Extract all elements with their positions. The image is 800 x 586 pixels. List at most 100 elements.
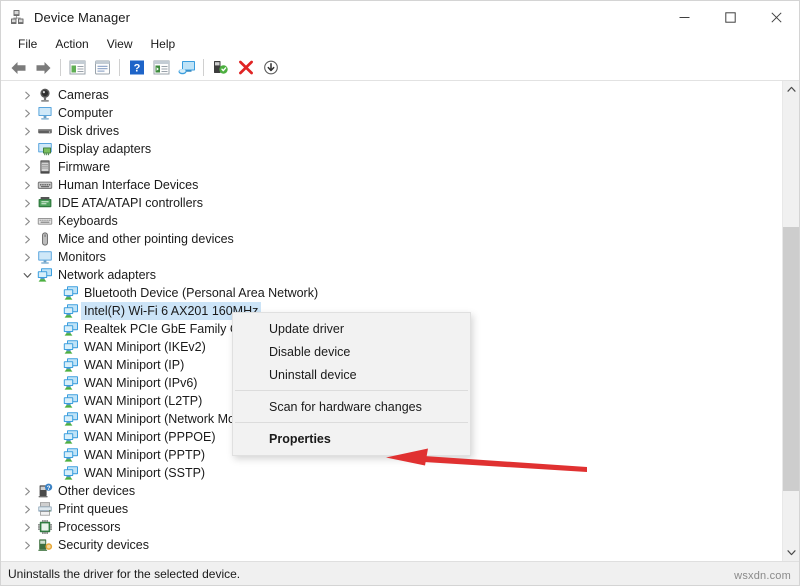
chevron-right-icon[interactable]	[19, 176, 35, 194]
network-adapter-icon	[61, 284, 81, 302]
tree-item-label: Network adapters	[55, 266, 159, 284]
show-hide-console-tree-icon[interactable]	[65, 57, 90, 79]
tree-item[interactable]: ?Other devices	[1, 482, 782, 500]
context-menu-item-disable-device[interactable]: Disable device	[233, 340, 470, 363]
chevron-right-icon[interactable]	[19, 518, 35, 536]
network-adapter-icon	[61, 446, 81, 464]
scrollbar-thumb[interactable]	[783, 227, 799, 491]
tree-item-label: Disk drives	[55, 122, 122, 140]
chevron-right-icon[interactable]	[19, 86, 35, 104]
forward-icon[interactable]	[31, 57, 56, 79]
disable-device-icon[interactable]	[258, 57, 283, 79]
tree-item[interactable]: Bluetooth Device (Personal Area Network)	[1, 284, 782, 302]
device-manager-window: Device Manager File Action View Help	[0, 0, 800, 586]
title-bar: Device Manager	[1, 1, 799, 33]
network-adapter-icon	[61, 356, 81, 374]
tree-item[interactable]: Cameras	[1, 86, 782, 104]
tree-item-label: Bluetooth Device (Personal Area Network)	[81, 284, 321, 302]
close-button[interactable]	[753, 1, 799, 33]
chevron-right-icon[interactable]	[19, 194, 35, 212]
menu-action[interactable]: Action	[46, 35, 97, 53]
chevron-right-icon[interactable]	[19, 104, 35, 122]
tree-item[interactable]: Mice and other pointing devices	[1, 230, 782, 248]
properties-icon[interactable]	[90, 57, 115, 79]
tree-spacer	[45, 284, 61, 302]
scroll-down-icon[interactable]	[783, 544, 799, 561]
tree-item-label: WAN Miniport (IP)	[81, 356, 187, 374]
chevron-right-icon[interactable]	[19, 230, 35, 248]
chevron-right-icon[interactable]	[19, 122, 35, 140]
window-controls	[661, 1, 799, 33]
tree-item[interactable]: WAN Miniport (SSTP)	[1, 464, 782, 482]
tree-item[interactable]: Print queues	[1, 500, 782, 518]
tree-item[interactable]: Monitors	[1, 248, 782, 266]
window-title: Device Manager	[34, 10, 130, 25]
update-driver-icon[interactable]	[208, 57, 233, 79]
uninstall-device-icon[interactable]	[233, 57, 258, 79]
tree-item[interactable]: Network adapters	[1, 266, 782, 284]
help-icon[interactable]: ?	[124, 57, 149, 79]
tree-item-label: WAN Miniport (PPTP)	[81, 446, 208, 464]
menu-view[interactable]: View	[98, 35, 142, 53]
vertical-scrollbar[interactable]	[782, 81, 799, 561]
network-adapter-icon	[61, 374, 81, 392]
network-adapter-icon	[61, 338, 81, 356]
network-adapter-icon	[61, 410, 81, 428]
network-adapter-icon	[61, 302, 81, 320]
hid-icon	[35, 176, 55, 194]
chevron-right-icon[interactable]	[19, 140, 35, 158]
tree-item[interactable]: IDE ATA/ATAPI controllers	[1, 194, 782, 212]
chevron-right-icon[interactable]	[19, 248, 35, 266]
firmware-icon	[35, 158, 55, 176]
context-menu-item-properties[interactable]: Properties	[233, 427, 470, 450]
toolbar: ?	[1, 55, 799, 81]
chevron-right-icon[interactable]	[19, 536, 35, 554]
toolbar-separator-3	[203, 59, 204, 76]
network-adapter-icon	[61, 392, 81, 410]
display-adapter-icon	[35, 140, 55, 158]
network-adapter-icon	[61, 464, 81, 482]
tree-item-label: IDE ATA/ATAPI controllers	[55, 194, 206, 212]
chevron-right-icon[interactable]	[19, 500, 35, 518]
device-context-menu[interactable]: Update driverDisable deviceUninstall dev…	[232, 312, 471, 456]
tree-item[interactable]: Display adapters	[1, 140, 782, 158]
menu-file[interactable]: File	[9, 35, 46, 53]
menu-help[interactable]: Help	[142, 35, 185, 53]
show-hide-action-pane-icon[interactable]	[149, 57, 174, 79]
maximize-button[interactable]	[707, 1, 753, 33]
chevron-right-icon[interactable]	[19, 212, 35, 230]
chevron-right-icon[interactable]	[19, 158, 35, 176]
tree-item[interactable]: Computer	[1, 104, 782, 122]
context-menu-item-update-driver[interactable]: Update driver	[233, 317, 470, 340]
tree-spacer	[45, 374, 61, 392]
chevron-down-icon[interactable]	[19, 266, 35, 284]
tree-item-label: Print queues	[55, 500, 131, 518]
tree-item[interactable]: Human Interface Devices	[1, 176, 782, 194]
tree-item-label: Other devices	[55, 482, 138, 500]
minimize-button[interactable]	[661, 1, 707, 33]
device-manager-icon	[10, 9, 26, 25]
tree-item[interactable]: Firmware	[1, 158, 782, 176]
tree-item-label: Computer	[55, 104, 116, 122]
printer-icon	[35, 500, 55, 518]
toolbar-separator-2	[119, 59, 120, 76]
context-menu-item-scan-for-hardware-changes[interactable]: Scan for hardware changes	[233, 395, 470, 418]
ide-controller-icon	[35, 194, 55, 212]
tree-spacer	[45, 446, 61, 464]
tree-spacer	[45, 464, 61, 482]
tree-item-label: Processors	[55, 518, 124, 536]
context-menu-item-uninstall-device[interactable]: Uninstall device	[233, 363, 470, 386]
scroll-up-icon[interactable]	[783, 81, 799, 98]
tree-item-label: WAN Miniport (PPPOE)	[81, 428, 219, 446]
tree-item[interactable]: Disk drives	[1, 122, 782, 140]
chevron-right-icon[interactable]	[19, 482, 35, 500]
tree-item[interactable]: Security devices	[1, 536, 782, 554]
svg-text:?: ?	[133, 63, 140, 75]
scan-for-hardware-changes-icon[interactable]	[174, 57, 199, 79]
processor-icon	[35, 518, 55, 536]
tree-item-label: WAN Miniport (IPv6)	[81, 374, 200, 392]
back-icon[interactable]	[6, 57, 31, 79]
tree-item[interactable]: Processors	[1, 518, 782, 536]
tree-item[interactable]: Keyboards	[1, 212, 782, 230]
context-menu-separator	[235, 390, 468, 391]
